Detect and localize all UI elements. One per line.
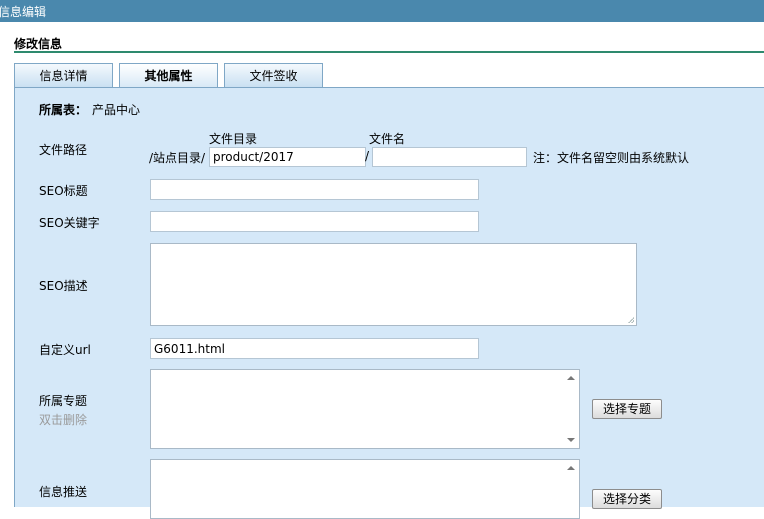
tab-label: 文件签收 xyxy=(249,69,298,83)
table-value: 产品中心 xyxy=(92,103,141,117)
resize-grip-icon[interactable] xyxy=(628,317,634,323)
scroll-up-icon[interactable] xyxy=(567,376,575,380)
topic-list-scrollbar[interactable] xyxy=(563,370,579,448)
table-label: 所属表： xyxy=(39,103,88,117)
site-dir-prefix: /站点目录/ xyxy=(149,151,206,165)
push-list-scrollbar[interactable] xyxy=(563,460,579,518)
seo-keywords-label: SEO关键字 xyxy=(39,216,100,230)
filename-input[interactable] xyxy=(372,147,527,167)
window-titlebar: 信息编辑 xyxy=(0,0,764,22)
custom-url-input[interactable] xyxy=(150,338,479,359)
topic-label: 所属专题 xyxy=(39,394,88,408)
select-topic-button[interactable]: 选择专题 xyxy=(592,399,662,419)
dir-column-header: 文件目录 xyxy=(209,132,258,146)
path-slash: / xyxy=(365,149,370,163)
select-category-button[interactable]: 选择分类 xyxy=(592,489,662,509)
tab-label: 信息详情 xyxy=(39,69,88,83)
scroll-down-icon[interactable] xyxy=(567,438,575,442)
topic-list[interactable] xyxy=(150,369,580,449)
scroll-up-icon[interactable] xyxy=(567,466,575,470)
window-title: 信息编辑 xyxy=(0,5,47,19)
tab-label: 其他属性 xyxy=(144,69,193,83)
seo-title-label: SEO标题 xyxy=(39,184,88,198)
seo-description-textarea[interactable] xyxy=(150,243,637,326)
file-path-label: 文件路径 xyxy=(39,143,88,157)
tab-file-signoff[interactable]: 文件签收 xyxy=(224,63,323,87)
push-label: 信息推送 xyxy=(39,485,88,499)
topic-hint: 双击删除 xyxy=(39,413,88,427)
seo-description-label: SEO描述 xyxy=(39,279,88,293)
push-category-list[interactable] xyxy=(150,459,580,519)
file-directory-input[interactable] xyxy=(209,147,366,167)
section-title: 修改信息 xyxy=(14,37,63,51)
tab-info-details[interactable]: 信息详情 xyxy=(14,63,113,87)
custom-url-label: 自定义url xyxy=(39,343,91,357)
tab-other-attributes[interactable]: 其他属性 xyxy=(119,63,218,87)
filename-column-header: 文件名 xyxy=(369,132,406,146)
seo-keywords-input[interactable] xyxy=(150,211,479,232)
section-divider xyxy=(14,51,764,53)
filename-note: 注：文件名留空则由系统默认 xyxy=(533,151,690,165)
seo-title-input[interactable] xyxy=(150,179,479,200)
